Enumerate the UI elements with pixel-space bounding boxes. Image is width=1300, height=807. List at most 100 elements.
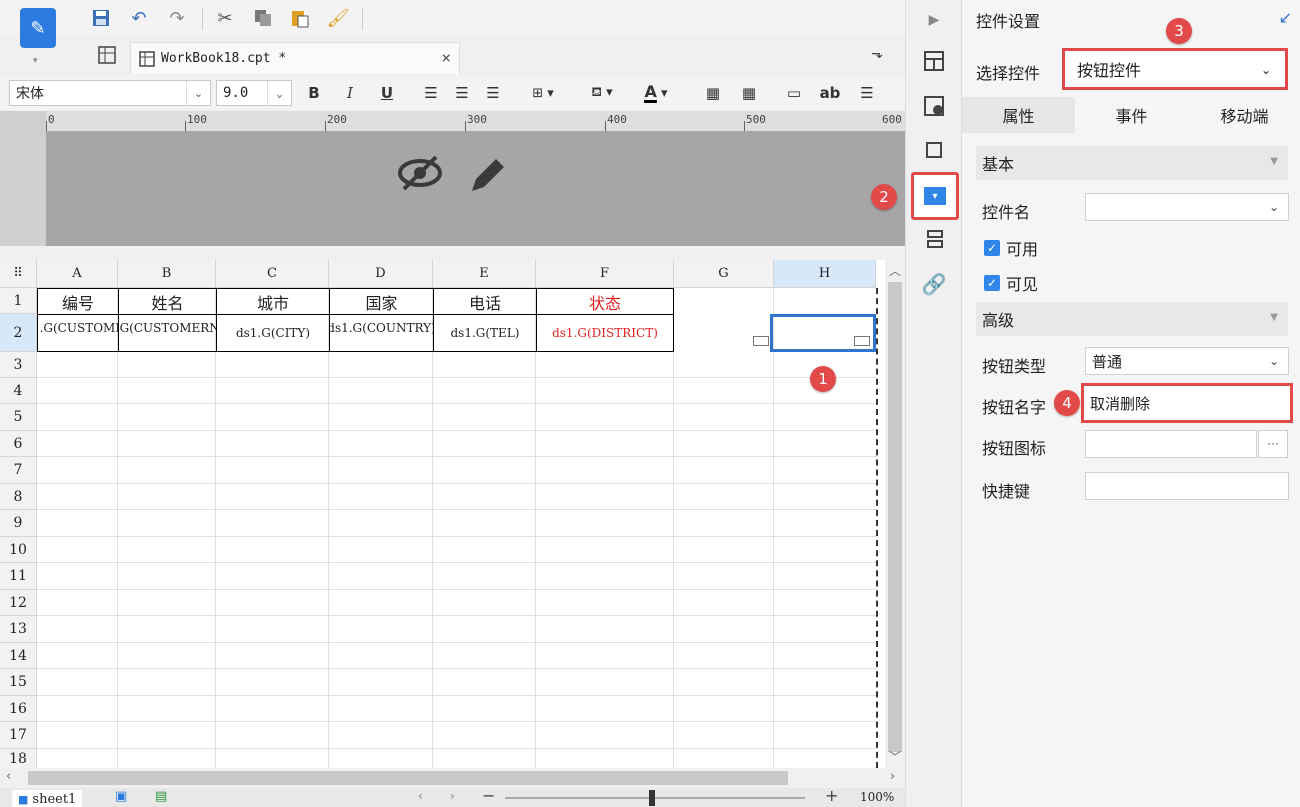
edit-pencil-icon[interactable] [466,153,510,207]
section-advanced[interactable]: 高级 ▼ [976,302,1288,336]
zoom-out-icon[interactable]: − [482,786,495,805]
button-name-field[interactable]: 取消删除 [1081,383,1293,423]
tab-events[interactable]: 事件 [1075,97,1188,133]
row-header[interactable]: 6 [0,431,37,457]
enabled-checkbox[interactable]: ✓ 可用 [984,236,1038,260]
row-header[interactable]: 3 [0,352,37,378]
italic-button[interactable]: I [340,82,360,104]
row-header[interactable]: 13 [0,616,37,643]
font-color-button[interactable]: A ▾ [636,82,676,104]
chevron-left-icon[interactable]: ‹ [6,769,11,784]
zoom-slider[interactable] [505,797,805,799]
chevron-down-icon[interactable]: ⌄ [1260,348,1288,374]
cut-icon[interactable]: ✂ [212,5,238,31]
spreadsheet-grid[interactable]: ⠿ A B C D E F G H 1 2 3 4 5 6 7 8 9 10 1… [0,260,885,770]
tab-mobile[interactable]: 移动端 [1188,97,1300,133]
widget-name-field[interactable]: ⌄ [1085,193,1289,221]
column-header[interactable]: D [329,260,433,288]
row-header[interactable]: 17 [0,722,37,749]
chevron-left-icon[interactable]: ‹ [418,789,423,803]
close-icon[interactable]: × [441,48,451,67]
row-header[interactable]: 5 [0,404,37,431]
column-header[interactable]: A [37,260,118,288]
row-header[interactable]: 11 [0,563,37,590]
font-size-select[interactable]: 9.0 ⌄ [216,80,292,106]
chevron-down-icon[interactable]: ▼ [1270,312,1278,323]
redo-icon[interactable]: ↷ [164,5,190,31]
hyperlink-icon[interactable]: 🔗 [920,270,948,298]
data-cell[interactable]: ds1.G(CITY) [216,314,330,352]
header-cell[interactable]: 国家 [329,288,434,315]
data-cell[interactable]: ds1.G(COUNTRY) [329,314,434,352]
data-cell[interactable]: ds1.G(TEL) [433,314,537,352]
new-report-icon[interactable] [98,46,116,68]
row-header[interactable]: 2 [0,314,37,352]
condition-attribute-icon[interactable] [920,225,948,253]
header-cell[interactable]: 姓名 [118,288,217,315]
align-left-icon[interactable]: ☰ [420,82,442,104]
row-header[interactable]: 14 [0,643,37,669]
section-basic[interactable]: 基本 ▼ [976,146,1288,180]
row-header[interactable]: 18 [0,749,37,770]
column-header[interactable]: C [216,260,329,288]
button-type-select[interactable]: 普通 ⌄ [1085,347,1289,375]
hide-eye-icon[interactable] [396,153,444,203]
column-header[interactable]: F [536,260,674,288]
chevron-down-icon[interactable]: ⌄ [186,81,210,105]
save-icon[interactable] [88,5,114,31]
horizontal-scrollbar[interactable]: ‹ › [0,768,905,788]
header-cell[interactable]: 电话 [433,288,537,315]
tab-properties[interactable]: 属性 [962,97,1075,133]
widget-settings-button[interactable]: ▾ [911,172,959,220]
add-form-sheet-icon[interactable]: ▤ [155,789,167,804]
scroll-thumb[interactable] [888,282,902,752]
paste-icon[interactable] [287,5,313,31]
add-sheet-icon[interactable]: ▣ [115,789,127,804]
vertical-scrollbar[interactable]: ︿ ﹀ [885,260,905,770]
shortcut-field[interactable] [1085,472,1289,500]
bold-button[interactable]: B [304,82,324,104]
column-header[interactable]: E [433,260,536,288]
align-right-icon[interactable]: ☰ [482,82,504,104]
float-element-icon[interactable] [920,136,948,164]
chevron-down-icon[interactable]: ▾ [33,56,38,66]
header-cell[interactable]: 状态 [536,288,674,315]
merge-cells-icon[interactable]: ▦ [702,82,724,104]
format-painter-icon[interactable]: 🖌 [325,5,351,31]
row-header[interactable]: 16 [0,696,37,722]
zoom-in-icon[interactable]: + [825,786,838,805]
row-header[interactable]: 15 [0,669,37,696]
row-header[interactable]: 8 [0,484,37,510]
undo-icon[interactable]: ↶ [126,5,152,31]
row-header[interactable]: 4 [0,378,37,404]
column-header[interactable]: B [118,260,216,288]
chevron-right-icon[interactable]: › [890,769,895,784]
select-all-corner[interactable]: ⠿ [0,260,37,288]
browse-icon-button[interactable]: ··· [1258,430,1288,458]
visible-checkbox[interactable]: ✓ 可见 [984,271,1038,295]
row-header[interactable]: 9 [0,510,37,537]
chevron-down-icon[interactable]: ﹀ [889,748,901,765]
cell-info-icon[interactable] [920,92,948,120]
data-cell[interactable]: ds1.G(CUSTOMERNAM [118,314,217,352]
chevron-down-icon[interactable]: ⌄ [267,81,291,105]
select-widget-dropdown[interactable]: 按钮控件 ⌄ [1062,48,1288,90]
row-header[interactable]: 10 [0,537,37,563]
ab-text-button[interactable]: ab [818,82,842,104]
underline-button[interactable]: U [377,82,397,104]
chevron-down-icon[interactable]: ⌄ [1260,194,1288,220]
fill-color-icon[interactable]: ⛾ ▾ [582,82,622,104]
column-header[interactable]: H [774,260,876,288]
align-center-icon[interactable]: ☰ [451,82,473,104]
split-cells-icon[interactable]: ▦ [738,82,760,104]
data-cell[interactable]: ds1.G(DISTRICT) [536,314,674,352]
chevron-up-icon[interactable]: ︿ [889,262,901,279]
chevron-down-icon[interactable]: ⌄ [1253,60,1279,80]
data-cell[interactable]: ds1.G(CUSTOMERI [37,314,119,352]
border-icon[interactable]: ⊞ ▾ [526,82,560,104]
sheet-tab[interactable]: ■ sheet1 [12,790,83,807]
copy-icon[interactable] [250,5,276,31]
tab-workbook[interactable]: WorkBook18.cpt * × [130,42,460,74]
button-icon-field[interactable] [1085,430,1257,458]
scroll-thumb[interactable] [28,771,788,785]
